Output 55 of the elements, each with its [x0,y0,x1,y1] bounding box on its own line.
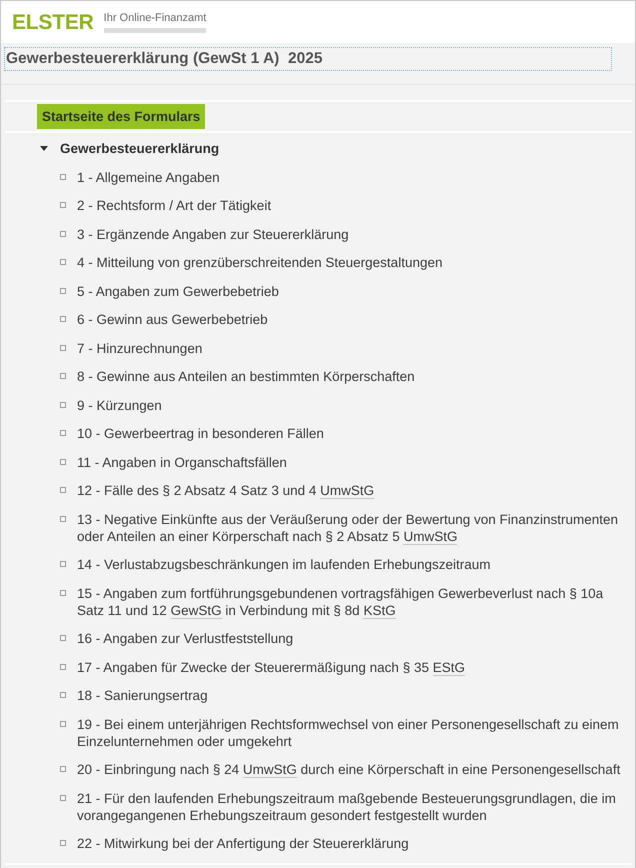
form-start-link[interactable]: Startseite des Formulars [37,104,206,129]
square-bullet-icon [60,840,66,846]
square-bullet-icon [60,430,66,436]
square-bullet-icon [60,458,66,464]
section-link[interactable]: 9 - Kürzungen [77,396,162,414]
section-link[interactable]: 17 - Angaben für Zwecke der Steuerermäßigung nach § 35 EStG [77,658,465,676]
square-bullet-icon [60,202,66,208]
section-link[interactable]: 10 - Gewerbeertrag in besonderen Fällen [77,425,324,442]
section-link[interactable]: 12 - Fälle des § 2 Absatz 4 Satz 3 und 4 UmwStG [77,482,374,499]
abbreviation: UmwStG [242,762,297,778]
section-link[interactable]: 14 - Verlustabzugsbeschränkungen im laufenden Erhebungszeitraum [77,556,491,573]
square-bullet-icon [60,692,66,698]
section-link[interactable]: 6 - Gewinn aus Gewerbebetrieb [77,311,268,328]
square-bullet-icon [60,259,66,265]
form-title: Gewerbesteuererklärung (GewSt 1 A) 2025 [4,47,612,71]
square-bullet-icon [60,720,66,726]
square-bullet-icon [60,288,66,294]
section-link[interactable]: 19 - Bei einem unterjährigen Rechtsformwechsel von einer Personengesellschaft zu einem Einzelunternehmen oder umgekehrt [77,716,625,750]
square-bullet-icon [60,373,66,379]
abbreviation: KStG [363,602,396,618]
square-bullet-icon [60,174,66,180]
square-bullet-icon [60,561,66,567]
section-link[interactable]: 4 - Mitteilung von grenzüberschreitenden Steuergestaltungen [77,254,442,271]
tagline: Ihr Online-Finanzamt [104,12,206,25]
section-link[interactable]: 3 - Ergänzende Angaben zur Steuererklärung [77,226,349,242]
square-bullet-icon [60,344,66,350]
square-bullet-icon [60,316,66,322]
section-link[interactable]: 18 - Sanierungsertrag [77,687,208,704]
square-bullet-icon [60,794,66,800]
square-bullet-icon [60,516,66,522]
abbreviation: UmwStG [320,483,374,499]
section-link[interactable]: 2 - Rechtsform / Art der Tätigkeit [77,197,272,214]
section-link[interactable]: 7 - Hinzurechnungen [77,340,202,356]
section-link[interactable]: 8 - Gewinne aus Anteilen an bestimmten Körperschaften [77,368,415,385]
square-bullet-icon [60,487,66,493]
section-link[interactable]: 21 - Für den laufenden Erhebungszeitraum maßgebende Besteuerungsgrundlagen, die im vorangegangenen Erhebungszeitraum gesondert festgestellt wurden [77,790,625,824]
abbreviation: UmwStG [403,528,458,544]
square-bullet-icon [60,590,66,596]
square-bullet-icon [60,402,66,408]
tree-heading-link[interactable]: Gewerbesteuererklärung [60,140,220,157]
abbreviation: EStG [432,660,465,676]
abbreviation: GewStG [170,602,222,618]
square-bullet-icon [60,230,66,236]
section-link[interactable]: 22 - Mitwirkung bei der Anfertigung der Steuererklärung [77,835,409,852]
section-link[interactable]: 11 - Angaben in Organschaftsfällen [77,454,287,470]
section-link[interactable]: 16 - Angaben zur Verlustfeststellung [77,630,294,647]
caret-icon[interactable] [40,146,48,151]
section-link[interactable]: 1 - Allgemeine Angaben [77,168,220,186]
square-bullet-icon [60,664,66,670]
section-link[interactable]: 13 - Negative Einkünfte aus der Veräußerung oder der Bewertung von Finanzinstrumenten oder Anteilen an einer Körperschaft nach § 2 Absatz 5 UmwStG [77,510,625,544]
square-bullet-icon [60,766,66,772]
section-link[interactable]: 5 - Angaben zum Gewerbebetrieb [77,282,279,300]
section-link[interactable]: 15 - Angaben zum fortführungsgebundenen vortragsfähigen Gewerbeverlust nach § 10a Satz 11 und 12 GewStG in Verbindung mit § 8d KStG [77,584,625,618]
section-link[interactable]: 20 - Einbringung nach § 24 UmwStG durch eine Körperschaft in eine Personengesellschaft [77,761,620,778]
square-bullet-icon [60,635,66,641]
